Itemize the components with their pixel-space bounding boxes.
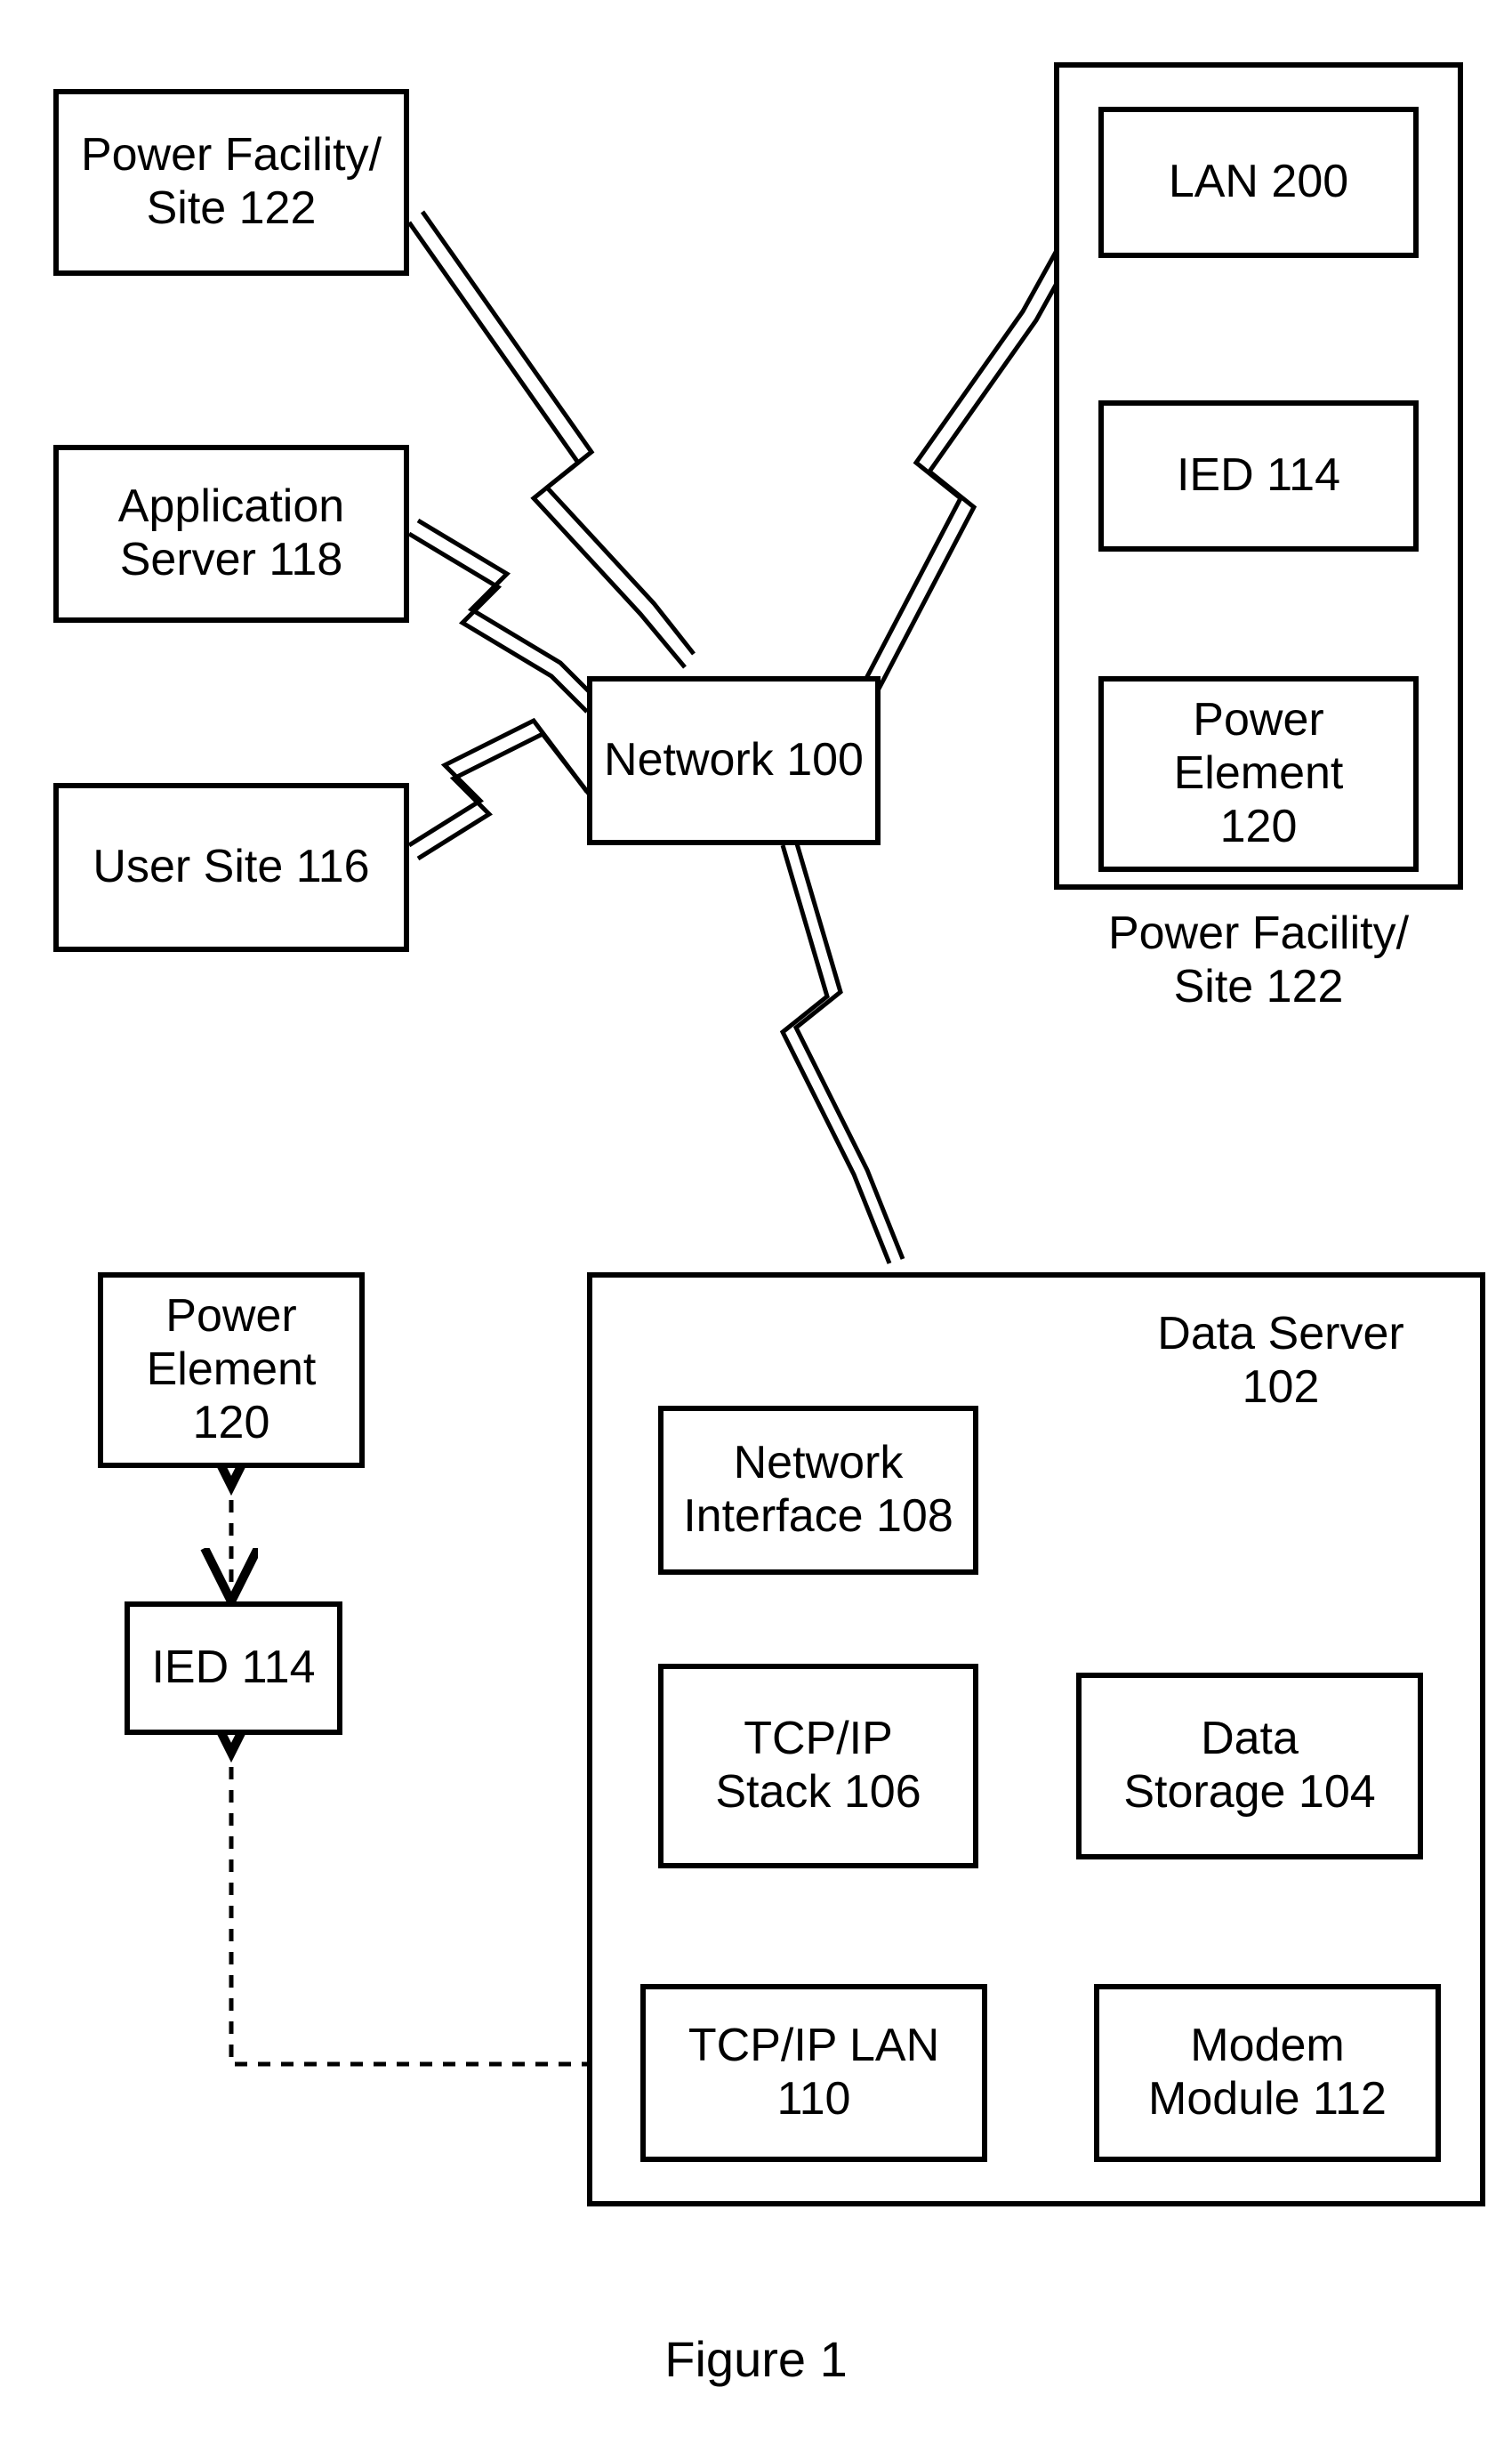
label: Data Server102 [1157,1308,1403,1413]
modem-module: ModemModule 112 [1094,1984,1441,2162]
data-storage: DataStorage 104 [1076,1673,1423,1859]
label: DataStorage 104 [1123,1713,1375,1819]
diagram-canvas: Power Facility/Site 122 ApplicationServe… [0,0,1512,2444]
power-facility-site-left: Power Facility/Site 122 [53,89,409,276]
user-site: User Site 116 [53,783,409,952]
label: Network 100 [604,734,864,787]
tcpip-lan: TCP/IP LAN110 [640,1984,987,2162]
label: NetworkInterface 108 [683,1437,953,1544]
label: ModemModule 112 [1148,2020,1387,2126]
label: TCP/IP LAN110 [688,2020,939,2126]
label: ApplicationServer 118 [118,480,344,587]
power-element-left: PowerElement120 [98,1272,365,1468]
data-server-label: Data Server102 [1121,1308,1441,1415]
label: User Site 116 [92,841,369,894]
ied-left: IED 114 [125,1601,342,1735]
figure-caption: Figure 1 [623,2331,889,2388]
label: PowerElement120 [147,1290,317,1449]
label: IED 114 [151,1641,315,1695]
ied-right: IED 114 [1098,400,1419,552]
tcpip-stack: TCP/IPStack 106 [658,1664,978,1868]
label: PowerElement120 [1174,694,1344,853]
label: Figure 1 [664,2331,847,2387]
label: TCP/IPStack 106 [715,1713,921,1819]
label: LAN 200 [1169,156,1348,209]
network-interface: NetworkInterface 108 [658,1406,978,1575]
label: Power Facility/Site 122 [1108,907,1409,1012]
power-element-right: PowerElement120 [1098,676,1419,872]
lan: LAN 200 [1098,107,1419,258]
power-facility-site-label: Power Facility/Site 122 [1067,907,1450,1014]
network: Network 100 [587,676,881,845]
label: Power Facility/Site 122 [81,129,382,236]
application-server: ApplicationServer 118 [53,445,409,623]
label: IED 114 [1177,449,1340,503]
